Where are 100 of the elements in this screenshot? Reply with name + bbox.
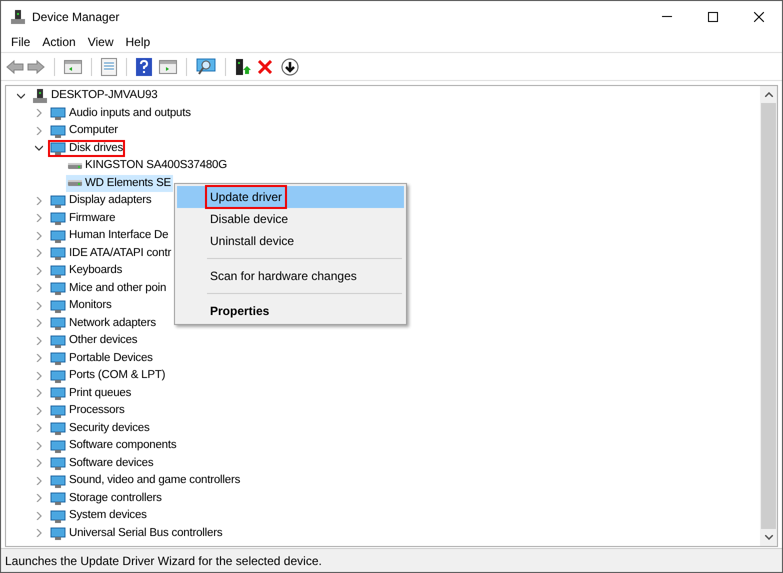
tree-item[interactable]: Network adapters [48, 314, 158, 332]
device-icon [50, 332, 66, 349]
tree-item[interactable]: Monitors [48, 297, 114, 314]
tree-item[interactable]: Ports (COM & LPT) [48, 367, 168, 384]
device-icon [50, 385, 66, 402]
device-icon [50, 315, 66, 332]
tree-item[interactable]: Keyboards [48, 262, 124, 280]
tree-item[interactable]: KINGSTON SA400S37480G [66, 157, 229, 174]
expand-chevron-icon[interactable] [35, 354, 43, 362]
action-pane-icon[interactable] [159, 58, 177, 74]
drive-icon [68, 180, 82, 186]
tree-item[interactable]: Storage controllers [48, 490, 164, 507]
tree-item[interactable]: Computer [48, 122, 120, 140]
expand-chevron-icon[interactable] [35, 232, 43, 240]
forward-arrow-icon[interactable] [27, 60, 45, 74]
tree-item[interactable]: Sound, video and game controllers [48, 472, 242, 490]
menu-item[interactable]: Action [36, 33, 82, 51]
tree-item[interactable]: Portable Devices [48, 350, 155, 367]
expand-chevron-icon[interactable] [35, 529, 43, 538]
menu-item[interactable]: Help [120, 33, 156, 51]
device-icon [50, 298, 66, 314]
tree-item[interactable]: Software devices [48, 454, 156, 472]
close-icon [754, 12, 764, 22]
tree-item[interactable]: System devices [48, 507, 149, 524]
tree-item[interactable]: Processors [48, 402, 127, 420]
device-icon [50, 402, 66, 419]
expand-chevron-icon[interactable] [35, 336, 43, 345]
help-icon[interactable] [136, 58, 152, 76]
tree-item[interactable]: Audio inputs and outputs [48, 104, 193, 122]
expand-chevron-icon[interactable] [35, 389, 43, 398]
device-icon [50, 210, 66, 226]
device-icon [50, 368, 66, 384]
tree-item[interactable]: DESKTOP-JMVAU93 [30, 87, 160, 104]
tree-item[interactable]: Mice and other poin [48, 280, 168, 297]
device-icon [50, 228, 66, 244]
scroll-up-icon[interactable] [764, 92, 772, 97]
menu-item[interactable]: View [82, 33, 120, 51]
tree-item[interactable]: Display adapters [48, 192, 154, 210]
menu-option[interactable]: Properties [207, 301, 272, 321]
expand-chevron-icon[interactable] [35, 214, 43, 222]
drive-icon [68, 162, 82, 169]
device-icon [50, 280, 66, 296]
back-arrow-icon[interactable] [6, 60, 24, 74]
device-icon [50, 508, 66, 524]
tree-item[interactable]: IDE ATA/ATAPI contr [48, 244, 174, 262]
scrollbar[interactable] [760, 86, 777, 546]
device-icon [50, 455, 66, 472]
expand-chevron-icon[interactable] [35, 196, 43, 205]
tree-item[interactable]: Software components [48, 437, 178, 454]
expand-chevron-icon[interactable] [35, 442, 43, 450]
computer-icon [32, 88, 48, 104]
menu-option[interactable]: Scan for hardware changes [207, 266, 360, 286]
status-text: Launches the Update Driver Wizard for the selected device. [5, 552, 322, 570]
monitor-magnifier-icon[interactable] [196, 58, 216, 76]
update-driver-icon[interactable] [235, 58, 251, 76]
device-icon [50, 122, 66, 139]
expand-chevron-icon[interactable] [35, 266, 43, 275]
properties-icon[interactable] [101, 58, 117, 76]
console-tree-icon[interactable] [64, 58, 82, 74]
menu-item[interactable]: File [5, 33, 36, 51]
expand-chevron-icon[interactable] [35, 284, 43, 292]
tree-item[interactable]: WD Elements SE [66, 174, 174, 192]
expand-chevron-icon[interactable] [35, 109, 43, 118]
device-icon [50, 472, 66, 489]
expand-chevron-icon[interactable] [35, 302, 43, 310]
expand-chevron-icon[interactable] [35, 372, 43, 380]
tree-item[interactable]: Disk drives [48, 140, 126, 157]
tree-item[interactable]: Human Interface De [48, 227, 170, 244]
expand-chevron-icon[interactable] [35, 406, 43, 415]
device-icon [50, 490, 66, 506]
menu-option[interactable]: Uninstall device [207, 231, 298, 251]
tree-item[interactable]: Firmware [48, 210, 118, 227]
uninstall-x-icon[interactable] [258, 60, 272, 74]
expand-chevron-icon[interactable] [35, 512, 43, 520]
menu-option[interactable]: Disable device [207, 209, 292, 229]
tree-item[interactable]: Print queues [48, 384, 134, 402]
device-icon [50, 525, 66, 542]
device-icon [50, 262, 66, 279]
tree-item[interactable]: Security devices [48, 420, 152, 437]
expand-chevron-icon[interactable] [35, 459, 43, 468]
scroll-down-icon[interactable] [764, 535, 772, 540]
device-icon [50, 245, 66, 262]
device-icon [50, 192, 66, 209]
tree-item[interactable]: Universal Serial Bus controllers [48, 524, 224, 542]
device-icon [50, 420, 66, 436]
device-icon [50, 438, 66, 454]
collapse-chevron-icon[interactable] [35, 144, 43, 152]
device-icon [50, 140, 66, 156]
expand-chevron-icon[interactable] [35, 319, 43, 328]
expand-chevron-icon[interactable] [35, 494, 43, 502]
expand-chevron-icon[interactable] [35, 126, 43, 135]
collapse-chevron-icon[interactable] [17, 92, 25, 100]
expand-chevron-icon[interactable] [35, 476, 43, 485]
minimize-icon [662, 16, 672, 17]
tree-item[interactable]: Other devices [48, 332, 140, 350]
device-manager-icon [10, 8, 26, 24]
maximize-icon [708, 12, 718, 22]
expand-chevron-icon[interactable] [35, 249, 43, 258]
expand-chevron-icon[interactable] [35, 424, 43, 432]
device-icon [50, 350, 66, 366]
